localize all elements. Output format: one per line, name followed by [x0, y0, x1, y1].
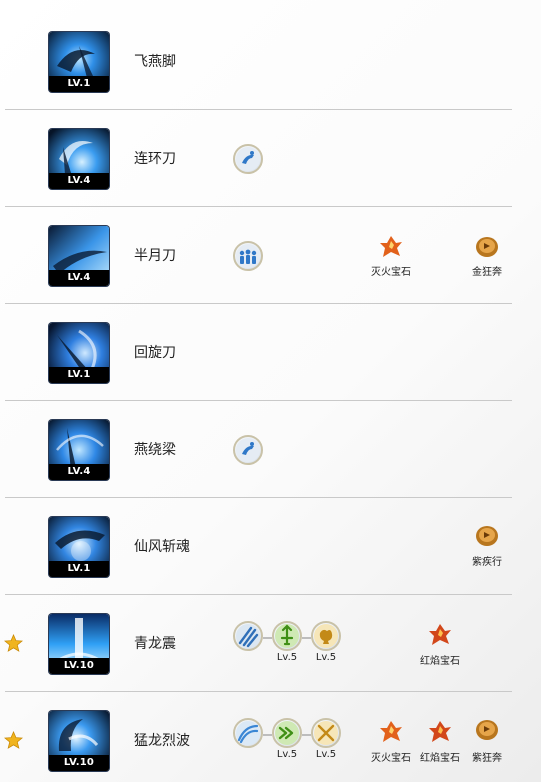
skill-name: 连环刀	[134, 151, 176, 167]
mod-level: Lv.5	[276, 652, 298, 663]
skill-level-badge: LV.4	[49, 173, 109, 189]
skill-level-badge: LV.4	[49, 464, 109, 480]
fire-gem-icon[interactable]	[427, 719, 453, 745]
skill-icon[interactable]: LV.10	[49, 614, 109, 674]
mod-connector	[263, 637, 272, 639]
skill-icon[interactable]: LV.4	[49, 420, 109, 480]
skill-name: 仙风斩魂	[134, 539, 190, 555]
arrows-icon[interactable]	[272, 718, 302, 748]
skill-level-badge: LV.10	[49, 658, 109, 674]
mod-level: Lv.5	[315, 652, 337, 663]
star-icon	[4, 634, 23, 652]
skill-name: 燕绕梁	[134, 442, 176, 458]
wave-icon[interactable]	[233, 718, 263, 748]
fist-icon[interactable]	[311, 621, 341, 651]
skill-icon[interactable]: LV.1	[49, 323, 109, 383]
fire-gem-icon[interactable]	[427, 622, 453, 648]
skill-row: LV.4 半月刀 灭火宝石 金狂奔	[0, 206, 541, 304]
star-icon	[4, 731, 23, 749]
runner-icon[interactable]	[233, 435, 263, 465]
skill-level-badge: LV.1	[49, 367, 109, 383]
fire-gem-icon[interactable]	[378, 234, 404, 260]
skill-name: 回旋刀	[134, 345, 176, 361]
mod-level: Lv.5	[276, 749, 298, 760]
gem-label: 红焰宝石	[420, 656, 460, 667]
mod-connector	[263, 734, 272, 736]
skill-name: 青龙震	[134, 636, 176, 652]
skill-row: LV.10 青龙震 Lv.5 Lv.5 红焰宝石	[0, 594, 541, 692]
skill-icon[interactable]: LV.1	[49, 32, 109, 92]
mod-level: Lv.5	[315, 749, 337, 760]
runner-icon[interactable]	[233, 144, 263, 174]
claw-icon[interactable]	[233, 621, 263, 651]
skill-icon[interactable]: LV.4	[49, 226, 109, 286]
skill-name: 飞燕脚	[134, 54, 176, 70]
skill-level-badge: LV.1	[49, 561, 109, 577]
skill-icon[interactable]: LV.4	[49, 129, 109, 189]
skill-icon[interactable]: LV.10	[49, 711, 109, 771]
skill-name: 猛龙烈波	[134, 733, 190, 749]
group-icon[interactable]	[233, 241, 263, 271]
skill-row: LV.4 连环刀	[0, 109, 541, 207]
sword-up-icon[interactable]	[272, 621, 302, 651]
mod-connector	[302, 734, 311, 736]
gem-label: 金狂奔	[472, 267, 502, 278]
rune-icon[interactable]	[474, 234, 500, 260]
gem-label: 紫狂奔	[472, 753, 502, 764]
skill-icon[interactable]: LV.1	[49, 517, 109, 577]
fire-gem-icon[interactable]	[378, 719, 404, 745]
rune-icon[interactable]	[474, 717, 500, 743]
skill-row: LV.4 燕绕梁	[0, 400, 541, 498]
skill-level-badge: LV.4	[49, 270, 109, 286]
gem-label: 紫疾行	[472, 557, 502, 568]
skill-row: LV.1 飞燕脚	[0, 12, 541, 110]
crossed-swords-icon[interactable]	[311, 718, 341, 748]
skill-level-badge: LV.1	[49, 76, 109, 92]
skill-row: LV.1 仙风斩魂 紫疾行	[0, 497, 541, 595]
skill-name: 半月刀	[134, 248, 176, 264]
gem-label: 灭火宝石	[371, 267, 411, 278]
rune-icon[interactable]	[474, 523, 500, 549]
skill-level-badge: LV.10	[49, 755, 109, 771]
skill-row: LV.1 回旋刀	[0, 303, 541, 401]
mod-connector	[302, 637, 311, 639]
skill-row: LV.10 猛龙烈波 Lv.5 Lv.5 灭火宝石 红焰宝石 紫狂奔	[0, 691, 541, 782]
